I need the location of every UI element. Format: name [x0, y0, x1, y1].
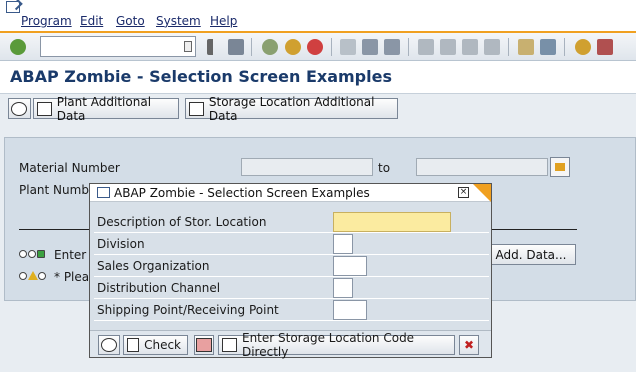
- division-input[interactable]: [333, 234, 353, 254]
- popup-row-division: Division: [94, 233, 489, 255]
- enter-text: Enter: [54, 248, 87, 262]
- popup-title: ABAP Zombie - Selection Screen Examples: [114, 186, 370, 200]
- popup-row-distribution-channel: Distribution Channel: [94, 277, 489, 299]
- material-number-label: Material Number: [19, 161, 120, 175]
- next-page-icon[interactable]: [462, 39, 478, 55]
- popup-dialog: ABAP Zombie - Selection Screen Examples …: [89, 183, 492, 359]
- plant-number-label: Plant Numbe: [19, 183, 97, 197]
- storage-data-icon: [189, 101, 204, 116]
- sales-organization-input[interactable]: [333, 256, 367, 276]
- plant-additional-data-label: Plant Additional Data: [56, 94, 152, 123]
- popup-row-shipping-point: Shipping Point/Receiving Point: [94, 299, 489, 321]
- find-next-icon[interactable]: [384, 39, 400, 55]
- save-icon[interactable]: [228, 39, 244, 55]
- popup-row-sales-organization: Sales Organization: [94, 255, 489, 277]
- page-title: ABAP Zombie - Selection Screen Examples: [10, 67, 392, 86]
- first-page-icon[interactable]: [418, 39, 434, 55]
- to-label: to: [378, 161, 391, 175]
- cancel-x-icon: ✖: [463, 338, 475, 352]
- status-lights-yellow-icon: [19, 270, 49, 282]
- execute-button[interactable]: [8, 98, 31, 119]
- find-icon[interactable]: [362, 39, 378, 55]
- distribution-channel-label: Distribution Channel: [97, 281, 221, 295]
- menu-system[interactable]: System: [156, 14, 201, 28]
- save-icon: [196, 338, 212, 352]
- enter-storage-location-label: Enter Storage Location Code Directly: [241, 331, 415, 359]
- layout-menu-icon[interactable]: [597, 39, 613, 55]
- description-label: Description of Stor. Location: [97, 215, 267, 229]
- popup-save-button[interactable]: [194, 335, 214, 355]
- execute-icon: [11, 101, 27, 116]
- standard-toolbar: [0, 33, 636, 61]
- menu-goto[interactable]: Goto: [116, 14, 145, 28]
- popup-execute-button[interactable]: [98, 335, 120, 355]
- storage-location-additional-data-button[interactable]: Storage Location Additional Data: [185, 95, 398, 123]
- help-icon[interactable]: [575, 39, 591, 55]
- sales-organization-label: Sales Organization: [97, 259, 210, 273]
- last-page-icon[interactable]: [484, 39, 500, 55]
- popup-corner-accent: [473, 184, 491, 202]
- division-label: Division: [97, 237, 145, 251]
- check-icon: [127, 338, 140, 352]
- distribution-channel-input[interactable]: [333, 278, 353, 298]
- storage-location-additional-data-label: Storage Location Additional Data: [208, 94, 375, 123]
- shortcut-icon[interactable]: [540, 39, 556, 55]
- plant-additional-data-button[interactable]: Plant Additional Data: [33, 95, 179, 123]
- popup-footer-toolbar: Check Enter Storage Location Code Direct…: [90, 330, 491, 359]
- print-icon[interactable]: [340, 39, 356, 55]
- confirm-icon[interactable]: [10, 39, 26, 55]
- popup-title-bar: ABAP Zombie - Selection Screen Examples …: [90, 184, 491, 202]
- multiple-selection-button[interactable]: [550, 157, 570, 177]
- plant-data-icon: [37, 101, 52, 116]
- menu-help[interactable]: Help: [210, 14, 237, 28]
- application-toolbar: Plant Additional Data Storage Location A…: [0, 94, 636, 124]
- check-button[interactable]: Check: [123, 335, 188, 355]
- back-arrow-icon[interactable]: [207, 39, 215, 55]
- previous-page-icon[interactable]: [440, 39, 456, 55]
- popup-system-icon[interactable]: [97, 187, 110, 198]
- menu-edit[interactable]: Edit: [80, 14, 103, 28]
- toolbar-separator: [564, 38, 565, 56]
- command-field[interactable]: [40, 36, 196, 57]
- shipping-point-input[interactable]: [333, 300, 367, 320]
- material-number-to-input[interactable]: [416, 158, 548, 176]
- material-number-from-input[interactable]: [241, 158, 373, 176]
- create-session-icon[interactable]: [518, 39, 534, 55]
- shipping-point-label: Shipping Point/Receiving Point: [97, 303, 279, 317]
- execute-icon: [101, 338, 117, 352]
- menu-program[interactable]: Program: [21, 14, 72, 28]
- status-lights-green-icon: [19, 248, 49, 260]
- toolbar-separator: [331, 38, 332, 56]
- arrow-right-icon: [555, 163, 565, 171]
- description-input[interactable]: [333, 212, 451, 232]
- popup-row-description: Description of Stor. Location: [94, 211, 489, 233]
- toolbar-separator: [251, 38, 252, 56]
- popup-cancel-button[interactable]: ✖: [459, 335, 479, 355]
- storage-location-icon: [222, 338, 237, 352]
- close-icon[interactable]: ×: [458, 187, 469, 198]
- back-icon[interactable]: [262, 39, 278, 55]
- menu-bar: Program Edit Goto System Help: [0, 0, 636, 33]
- add-data-button[interactable]: Add. Data...: [489, 244, 576, 265]
- cancel-icon[interactable]: [307, 39, 323, 55]
- add-data-label: Add. Data...: [495, 247, 567, 262]
- system-menu-icon[interactable]: [6, 1, 20, 13]
- enter-storage-location-button[interactable]: Enter Storage Location Code Directly: [218, 331, 455, 359]
- exit-icon[interactable]: [285, 39, 301, 55]
- toolbar-separator: [408, 38, 409, 56]
- check-label: Check: [144, 338, 181, 352]
- toolbar-separator: [508, 38, 509, 56]
- dropdown-icon[interactable]: [184, 41, 192, 52]
